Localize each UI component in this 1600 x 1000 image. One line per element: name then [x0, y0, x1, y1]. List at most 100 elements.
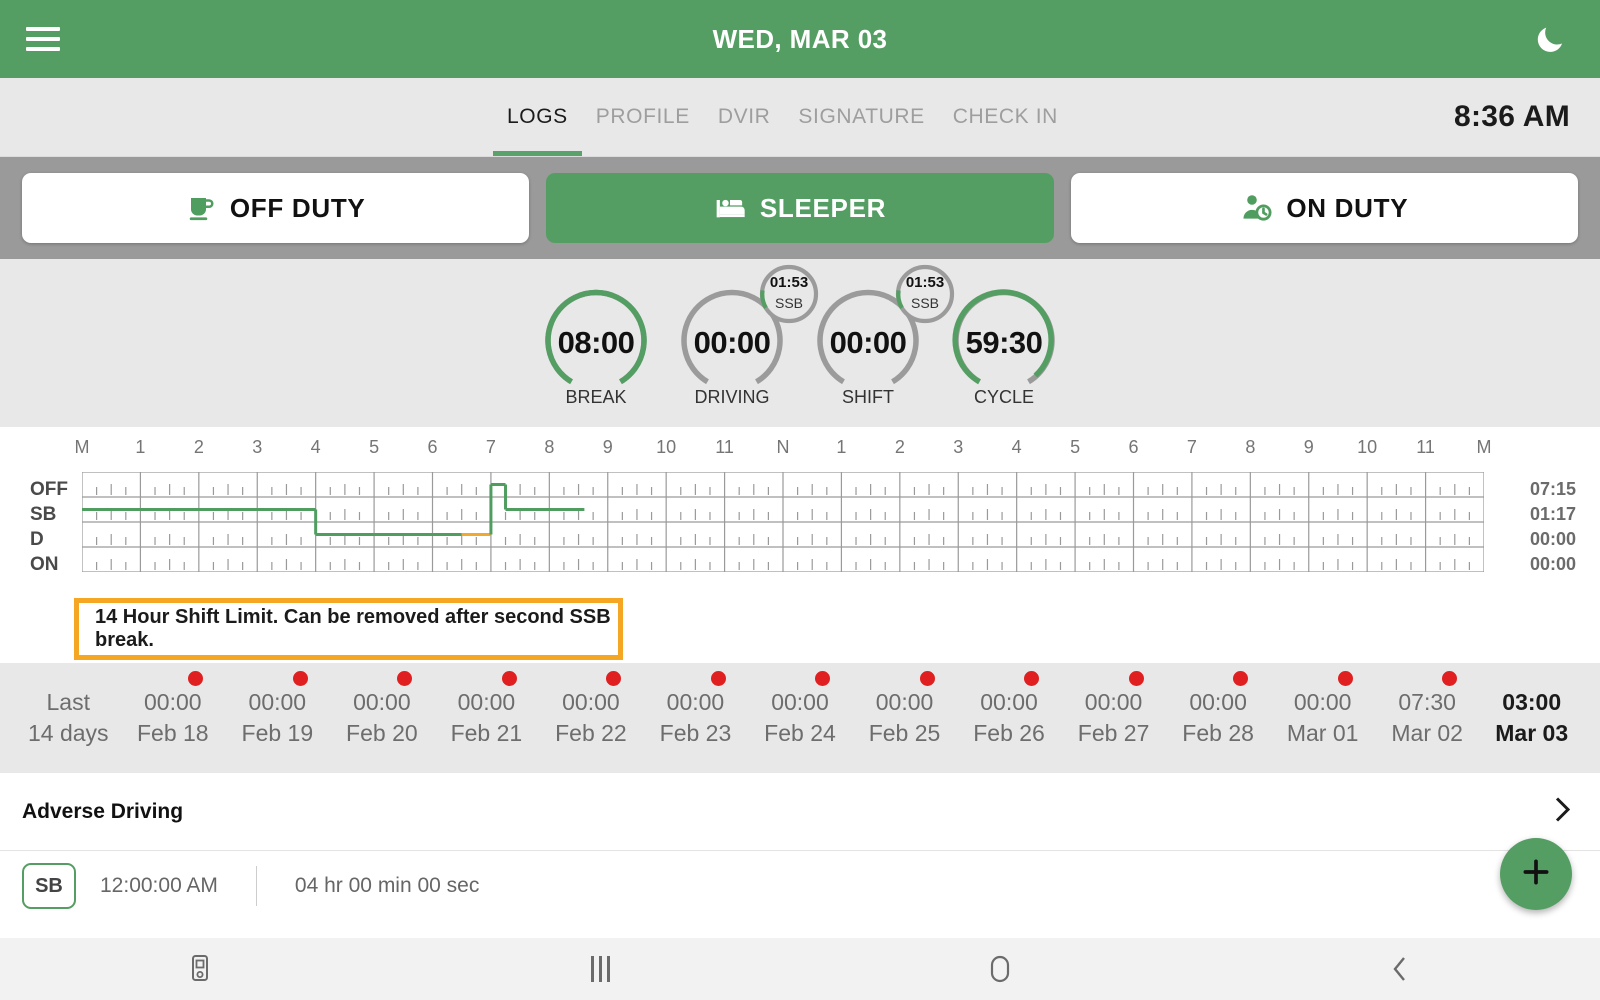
day-strip-cell[interactable]: 00:00Feb 21 — [434, 687, 539, 748]
gauge-shift-label: SHIFT — [800, 387, 936, 408]
back-icon[interactable] — [1200, 954, 1600, 984]
tab-signature-label: SIGNATURE — [798, 105, 924, 129]
shift-limit-warning: 14 Hour Shift Limit. Can be removed afte… — [74, 598, 623, 660]
day-strip-cell[interactable]: 00:00Feb 19 — [225, 687, 330, 748]
coffee-cup-icon — [186, 193, 216, 223]
tab-list: LOGS PROFILE DVIR SIGNATURE CHECK IN — [493, 78, 1072, 156]
graph-row-label-off: OFF — [30, 479, 68, 501]
log-entry-status-chip: SB — [22, 863, 76, 909]
day-strip-cell[interactable]: 00:00Feb 23 — [643, 687, 748, 748]
day-strip-hours: 00:00 — [957, 687, 1062, 718]
graph-hour-label: 8 — [544, 437, 554, 458]
day-strip-violation-dot — [397, 671, 412, 686]
person-clock-icon — [1240, 192, 1272, 224]
gauge-shift[interactable]: 00:00 SHIFT 01:53 SSB — [800, 277, 936, 427]
add-log-fab[interactable] — [1500, 838, 1572, 910]
plus-icon — [1519, 855, 1553, 894]
recents-icon[interactable] — [400, 956, 800, 982]
day-strip-leading-bottom: 14 days — [16, 718, 121, 749]
day-strip-date: Feb 24 — [748, 718, 853, 749]
sleeper-button[interactable]: SLEEPER — [546, 173, 1053, 243]
gauge-cycle-label: CYCLE — [936, 387, 1072, 408]
day-strip-cell[interactable]: 07:30Mar 02 — [1375, 687, 1480, 748]
gauge-driving[interactable]: 00:00 DRIVING 01:53 SSB — [664, 277, 800, 427]
adverse-driving-title: Adverse Driving — [22, 800, 183, 824]
tab-logs-label: LOGS — [507, 105, 568, 129]
graph-hour-label: N — [777, 437, 790, 458]
shift-limit-warning-text: 14 Hour Shift Limit. Can be removed afte… — [95, 606, 618, 652]
day-strip-cell[interactable]: 00:00Feb 27 — [1061, 687, 1166, 748]
screenshot-icon[interactable] — [0, 953, 400, 985]
android-navigation-bar — [0, 938, 1600, 1000]
day-strip-cell[interactable]: 00:00Feb 26 — [957, 687, 1062, 748]
day-strip-violation-dot — [1338, 671, 1353, 686]
day-strip-violation-dot — [606, 671, 621, 686]
graph-hour-axis: M1234567891011N1234567891011M — [0, 437, 1600, 465]
adverse-driving-row[interactable]: Adverse Driving — [0, 773, 1600, 851]
gauge-driving-value: 00:00 — [664, 325, 800, 361]
day-strip-cell[interactable]: 00:00Feb 24 — [748, 687, 853, 748]
tab-profile[interactable]: PROFILE — [582, 78, 704, 156]
graph-row-label-sb: SB — [30, 504, 56, 526]
graph-hour-label: 3 — [953, 437, 963, 458]
graph-hour-label: 4 — [1012, 437, 1022, 458]
gauge-cycle-value: 59:30 — [936, 325, 1072, 361]
day-strip-cell[interactable]: 00:00Feb 22 — [539, 687, 644, 748]
hos-gauges: 08:00 BREAK 00:00 DRIVING 01:53 SSB — [0, 259, 1600, 427]
graph-total-d: 00:00 — [1530, 529, 1576, 550]
page-title: WED, MAR 03 — [0, 24, 1600, 55]
day-strip-violation-dot — [293, 671, 308, 686]
log-entry-row[interactable]: SB 12:00:00 AM 04 hr 00 min 00 sec — [0, 851, 1600, 921]
eld-logs-screen: WED, MAR 03 LOGS PROFILE DVIR SIGNATURE … — [0, 0, 1600, 1000]
graph-hour-label: 7 — [486, 437, 496, 458]
day-strip-date: Feb 23 — [643, 718, 748, 749]
day-strip-hours: 00:00 — [1166, 687, 1271, 718]
day-strip-cell[interactable]: 00:00Feb 25 — [852, 687, 957, 748]
hamburger-menu-icon[interactable] — [26, 27, 60, 51]
day-strip-cell[interactable]: 00:00Feb 18 — [121, 687, 226, 748]
graph-hour-label: M — [1477, 437, 1492, 458]
day-strip-cell[interactable]: 00:00Feb 28 — [1166, 687, 1271, 748]
day-strip-date: Feb 26 — [957, 718, 1062, 749]
tab-signature[interactable]: SIGNATURE — [784, 78, 938, 156]
day-strip-hours: 00:00 — [330, 687, 435, 718]
day-strip-hours: 00:00 — [225, 687, 330, 718]
graph-hour-label: 5 — [369, 437, 379, 458]
day-strip-date: Feb 18 — [121, 718, 226, 749]
tab-dvir-label: DVIR — [718, 105, 771, 129]
gauge-break-value: 08:00 — [528, 325, 664, 361]
moon-icon[interactable] — [1530, 19, 1570, 59]
gauge-break-label: BREAK — [528, 387, 664, 408]
graph-row-label-on: ON — [30, 554, 59, 576]
graph-grid — [82, 472, 1484, 577]
day-strip-date: Feb 21 — [434, 718, 539, 749]
graph-hour-label: 10 — [656, 437, 676, 458]
day-strip-leading-top: Last — [16, 687, 121, 718]
graph-hour-label: M — [75, 437, 90, 458]
duty-status-bar: OFF DUTY SLEEPER — [0, 157, 1600, 259]
day-strip-cell[interactable]: 00:00Feb 20 — [330, 687, 435, 748]
gauge-cycle[interactable]: 59:30 CYCLE — [936, 277, 1072, 427]
off-duty-button[interactable]: OFF DUTY — [22, 173, 529, 243]
graph-hour-label: 1 — [135, 437, 145, 458]
day-strip-cell[interactable]: 03:00Mar 03 — [1479, 687, 1584, 748]
chevron-right-icon[interactable] — [1550, 794, 1574, 829]
graph-total-off: 07:15 — [1530, 479, 1576, 500]
tab-dvir[interactable]: DVIR — [704, 78, 785, 156]
graph-row-label-d: D — [30, 529, 44, 551]
tab-check-in-label: CHECK IN — [953, 105, 1058, 129]
on-duty-button[interactable]: ON DUTY — [1071, 173, 1578, 243]
log-entry-time: 12:00:00 AM — [100, 874, 218, 898]
day-strip-hours: 00:00 — [643, 687, 748, 718]
home-icon[interactable] — [800, 954, 1200, 984]
day-strip-leading-label: Last 14 days — [16, 687, 121, 748]
tab-bar: LOGS PROFILE DVIR SIGNATURE CHECK IN 8:3… — [0, 78, 1600, 157]
gauge-break[interactable]: 08:00 BREAK — [528, 277, 664, 427]
day-strip-hours: 00:00 — [1061, 687, 1166, 718]
tab-check-in[interactable]: CHECK IN — [939, 78, 1072, 156]
log-entry-duration: 04 hr 00 min 00 sec — [295, 874, 479, 898]
day-strip-cell[interactable]: 00:00Mar 01 — [1270, 687, 1375, 748]
day-strip-violation-dot — [711, 671, 726, 686]
graph-hour-label: 5 — [1070, 437, 1080, 458]
tab-logs[interactable]: LOGS — [493, 78, 582, 156]
